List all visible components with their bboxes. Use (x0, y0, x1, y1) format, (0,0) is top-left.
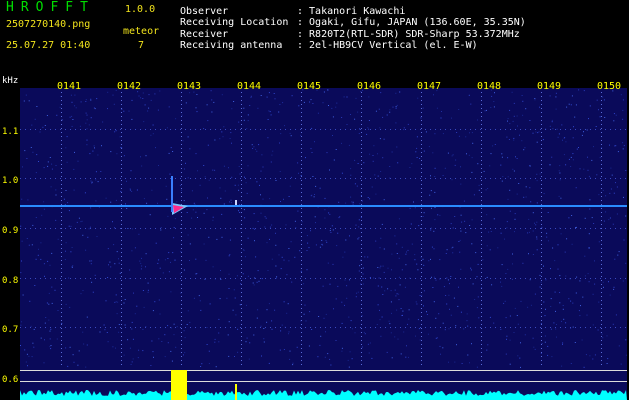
carrier-line (20, 205, 627, 207)
meteor-count: 7 (138, 40, 145, 51)
power-separator-upper (20, 370, 627, 371)
app-name: HROFFT (6, 0, 95, 15)
time-tick-0148: 0148 (477, 81, 501, 92)
antenna-value: : 2el-HB9CV Vertical (el. E-W) (297, 40, 478, 51)
observer-value: : Takanori Kawachi (297, 6, 406, 17)
freq-tick-1-0: 1.0 (2, 176, 18, 186)
receiver-value: : R820T2(RTL-SDR) SDR-Sharp 53.372MHz (297, 29, 520, 40)
time-tick-0149: 0149 (537, 81, 561, 92)
time-tick-0141: 0141 (57, 81, 81, 92)
observer-label: Observer (180, 6, 229, 17)
time-tick-0142: 0142 (117, 81, 141, 92)
location-value: : Ogaki, Gifu, JAPAN (136.60E, 35.35N) (297, 17, 526, 28)
time-tick-0146: 0146 (357, 81, 381, 92)
freq-tick-1-1: 1.1 (2, 127, 18, 137)
freq-tick-0-7: 0.7 (2, 325, 18, 335)
file-datetime: 25.07.27 01:40 (6, 40, 91, 51)
power-separator-lower (20, 381, 627, 382)
receiver-label: Receiver (180, 29, 229, 40)
file-name: 2507270140.png (6, 19, 91, 30)
meteor-label: meteor (123, 26, 160, 37)
freq-tick-0-8: 0.8 (2, 276, 18, 286)
time-tick-0150: 0150 (597, 81, 621, 92)
location-label: Receiving Location (180, 17, 289, 28)
antenna-label: Receiving antenna (180, 40, 283, 51)
header-panel: HROFFT 1.0.0 2507270140.png 25.07.27 01:… (0, 0, 629, 72)
time-tick-0147: 0147 (417, 81, 441, 92)
spectrogram-background (20, 88, 627, 398)
app-version: 1.0.0 (125, 4, 156, 15)
time-tick-0143: 0143 (177, 81, 201, 92)
freq-tick-0-9: 0.9 (2, 226, 18, 236)
spectrogram: kHz 0141 0142 0143 0144 0145 0146 0147 0… (0, 72, 629, 400)
time-tick-0144: 0144 (237, 81, 261, 92)
freq-tick-0-6: 0.6 (2, 375, 18, 385)
y-axis-unit: kHz (2, 76, 18, 86)
time-tick-0145: 0145 (297, 81, 321, 92)
